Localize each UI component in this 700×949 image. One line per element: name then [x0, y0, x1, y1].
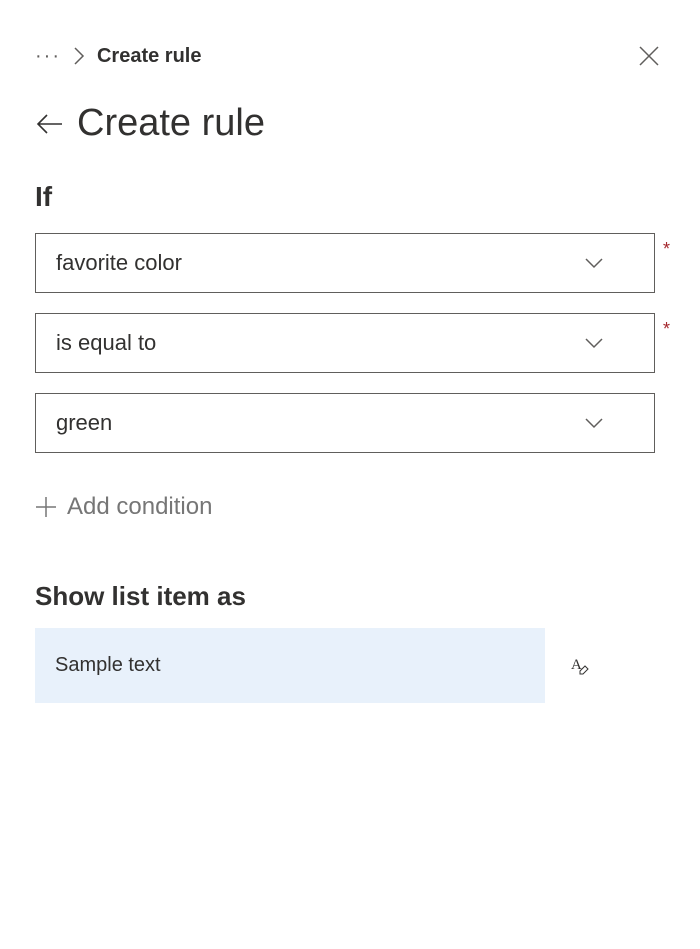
condition-value-value: green — [56, 410, 112, 436]
chevron-down-icon — [584, 337, 604, 349]
edit-style-button[interactable]: A — [565, 653, 591, 679]
breadcrumb: ··· Create rule — [35, 45, 201, 68]
condition-operator-select[interactable]: is equal to — [35, 313, 655, 373]
page-title: Create rule — [77, 102, 265, 145]
required-indicator: * — [663, 319, 670, 340]
overflow-menu-icon[interactable]: ··· — [35, 46, 61, 66]
chevron-down-icon — [584, 257, 604, 269]
condition-value-select[interactable]: green — [35, 393, 655, 453]
required-indicator: * — [663, 239, 670, 260]
show-section-header: Show list item as — [35, 581, 665, 612]
add-condition-button[interactable]: Add condition — [35, 493, 665, 521]
chevron-right-icon — [73, 46, 85, 66]
plus-icon — [35, 496, 57, 518]
if-section-header: If — [35, 181, 665, 213]
breadcrumb-current: Create rule — [97, 45, 202, 68]
back-button[interactable] — [35, 113, 63, 135]
sample-text: Sample text — [55, 654, 161, 676]
close-button[interactable] — [633, 40, 665, 72]
condition-field-value: favorite color — [56, 250, 182, 276]
condition-operator-value: is equal to — [56, 330, 156, 356]
sample-preview: Sample text — [35, 628, 545, 703]
chevron-down-icon — [584, 417, 604, 429]
add-condition-label: Add condition — [67, 493, 212, 521]
condition-field-select[interactable]: favorite color — [35, 233, 655, 293]
